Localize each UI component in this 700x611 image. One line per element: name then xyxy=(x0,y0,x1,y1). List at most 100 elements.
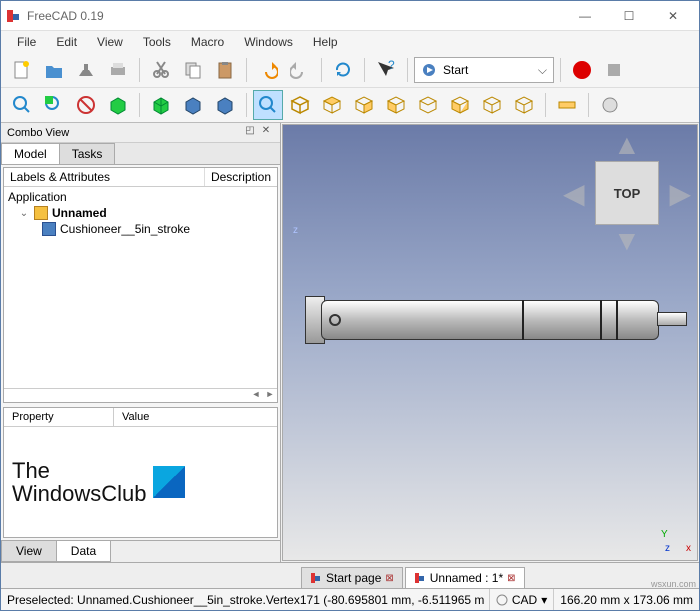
navcube-down-icon[interactable]: ▼ xyxy=(613,225,641,257)
front-button[interactable] xyxy=(178,90,208,120)
view-front-button[interactable] xyxy=(285,90,315,120)
paste-button[interactable] xyxy=(210,55,240,85)
panel-close-button[interactable]: ✕ xyxy=(258,125,274,141)
menu-edit[interactable]: Edit xyxy=(46,33,87,51)
statusbar: Preselected: Unnamed.Cushioneer__5in_str… xyxy=(1,588,699,610)
tab-model[interactable]: Model xyxy=(1,143,60,164)
view-iso-button[interactable] xyxy=(253,90,283,120)
undo-button[interactable] xyxy=(253,55,283,85)
isometric-button[interactable] xyxy=(146,90,176,120)
model-cylinder[interactable] xyxy=(293,290,687,350)
property-header-value[interactable]: Value xyxy=(114,408,157,426)
separator xyxy=(364,58,365,82)
draw-style-button[interactable] xyxy=(71,90,101,120)
status-message: Preselected: Unnamed.Cushioneer__5in_str… xyxy=(1,593,489,607)
copy-button[interactable] xyxy=(178,55,208,85)
navcube-right-icon[interactable]: ▶ xyxy=(669,177,691,210)
svg-text:?: ? xyxy=(388,60,395,72)
separator xyxy=(560,58,561,82)
navcube-face[interactable]: TOP xyxy=(595,161,659,225)
combo-view-panel: Combo View ◰ ✕ Model Tasks Labels & Attr… xyxy=(1,123,281,562)
branding-text: The WindowsClub xyxy=(12,459,147,505)
document-tabs: Start page ⊠ Unnamed : 1* ⊠ xyxy=(1,562,699,588)
close-tab-icon[interactable]: ⊠ xyxy=(385,573,393,584)
separator xyxy=(407,58,408,82)
measure-button[interactable] xyxy=(552,90,582,120)
navcube-left-icon[interactable]: ◀ xyxy=(563,177,585,210)
menu-tools[interactable]: Tools xyxy=(133,33,181,51)
3d-view[interactable]: ▲ ▼ ◀ ▶ TOP z Yzx xyxy=(282,124,698,561)
menu-view[interactable]: View xyxy=(87,33,133,51)
view-rotate-right-button[interactable] xyxy=(509,90,539,120)
separator xyxy=(246,93,247,117)
tree-item[interactable]: Cushioneer__5in_stroke xyxy=(8,221,273,237)
freecad-icon xyxy=(414,572,426,584)
freecad-icon xyxy=(310,572,322,584)
property-header: Property Value xyxy=(4,408,277,427)
tree-scrollbar[interactable]: ◄► xyxy=(4,388,277,402)
separator xyxy=(545,93,546,117)
menu-macro[interactable]: Macro xyxy=(181,33,234,51)
fit-all-button[interactable] xyxy=(7,90,37,120)
print-button[interactable] xyxy=(103,55,133,85)
tree-header-labels[interactable]: Labels & Attributes xyxy=(4,168,205,186)
tree-document[interactable]: ⌄ Unnamed xyxy=(8,205,273,221)
tab-view[interactable]: View xyxy=(1,541,57,562)
toolbar-file: ? Start ⌵ xyxy=(1,53,699,88)
navigation-cube[interactable]: ▲ ▼ ◀ ▶ TOP xyxy=(567,133,687,253)
menu-help[interactable]: Help xyxy=(303,33,348,51)
refresh-button[interactable] xyxy=(328,55,358,85)
collapse-icon[interactable]: ⌄ xyxy=(18,208,30,219)
close-tab-icon[interactable]: ⊠ xyxy=(507,573,515,584)
new-button[interactable] xyxy=(7,55,37,85)
doc-tab-unnamed[interactable]: Unnamed : 1* ⊠ xyxy=(405,567,525,588)
part-button[interactable] xyxy=(595,90,625,120)
view-rear-button[interactable] xyxy=(381,90,411,120)
tree-view: Labels & Attributes Description Applicat… xyxy=(3,167,278,403)
view-top-button[interactable] xyxy=(317,90,347,120)
macro-record-button[interactable] xyxy=(567,55,597,85)
menubar: File Edit View Tools Macro Windows Help xyxy=(1,31,699,53)
separator xyxy=(321,58,322,82)
fit-selection-button[interactable] xyxy=(39,90,69,120)
open-button[interactable] xyxy=(39,55,69,85)
close-button[interactable]: ✕ xyxy=(651,2,695,30)
panel-float-button[interactable]: ◰ xyxy=(242,125,258,141)
view-left-button[interactable] xyxy=(445,90,475,120)
watermark: wsxun.com xyxy=(651,579,696,589)
view-rotate-left-button[interactable] xyxy=(477,90,507,120)
navcube-up-icon[interactable]: ▲ xyxy=(613,129,641,161)
property-header-prop[interactable]: Property xyxy=(4,408,114,426)
tab-data[interactable]: Data xyxy=(56,541,111,562)
redo-button[interactable] xyxy=(285,55,315,85)
cut-button[interactable] xyxy=(146,55,176,85)
tab-tasks[interactable]: Tasks xyxy=(59,143,116,164)
tree-header-description[interactable]: Description xyxy=(205,168,277,186)
menu-file[interactable]: File xyxy=(7,33,46,51)
property-tabs: View Data xyxy=(1,540,280,562)
macro-stop-button[interactable] xyxy=(599,55,629,85)
axis-indicator: Yzx xyxy=(661,524,691,554)
view-bottom-button[interactable] xyxy=(413,90,443,120)
doc-tab-start[interactable]: Start page ⊠ xyxy=(301,567,403,588)
menu-windows[interactable]: Windows xyxy=(234,33,303,51)
window-title: FreeCAD 0.19 xyxy=(27,9,563,23)
tree-header: Labels & Attributes Description xyxy=(4,168,277,187)
save-button[interactable] xyxy=(71,55,101,85)
chevron-down-icon: ▾ xyxy=(541,593,547,607)
maximize-button[interactable]: ☐ xyxy=(607,2,651,30)
whatsthis-button[interactable]: ? xyxy=(371,55,401,85)
view-right-button[interactable] xyxy=(349,90,379,120)
minimize-button[interactable]: — xyxy=(563,2,607,30)
tree-body[interactable]: Application ⌄ Unnamed Cushioneer__5in_st… xyxy=(4,187,277,388)
workbench-label: Start xyxy=(443,63,468,77)
top-button[interactable] xyxy=(210,90,240,120)
separator xyxy=(139,93,140,117)
workbench-selector[interactable]: Start ⌵ xyxy=(414,57,554,83)
nav-style-selector[interactable]: CAD ▾ xyxy=(489,589,553,610)
panel-header: Combo View ◰ ✕ xyxy=(1,123,280,143)
property-view: Property Value The WindowsClub xyxy=(3,407,278,538)
separator xyxy=(588,93,589,117)
bounding-box-button[interactable] xyxy=(103,90,133,120)
tree-root[interactable]: Application xyxy=(8,189,273,205)
